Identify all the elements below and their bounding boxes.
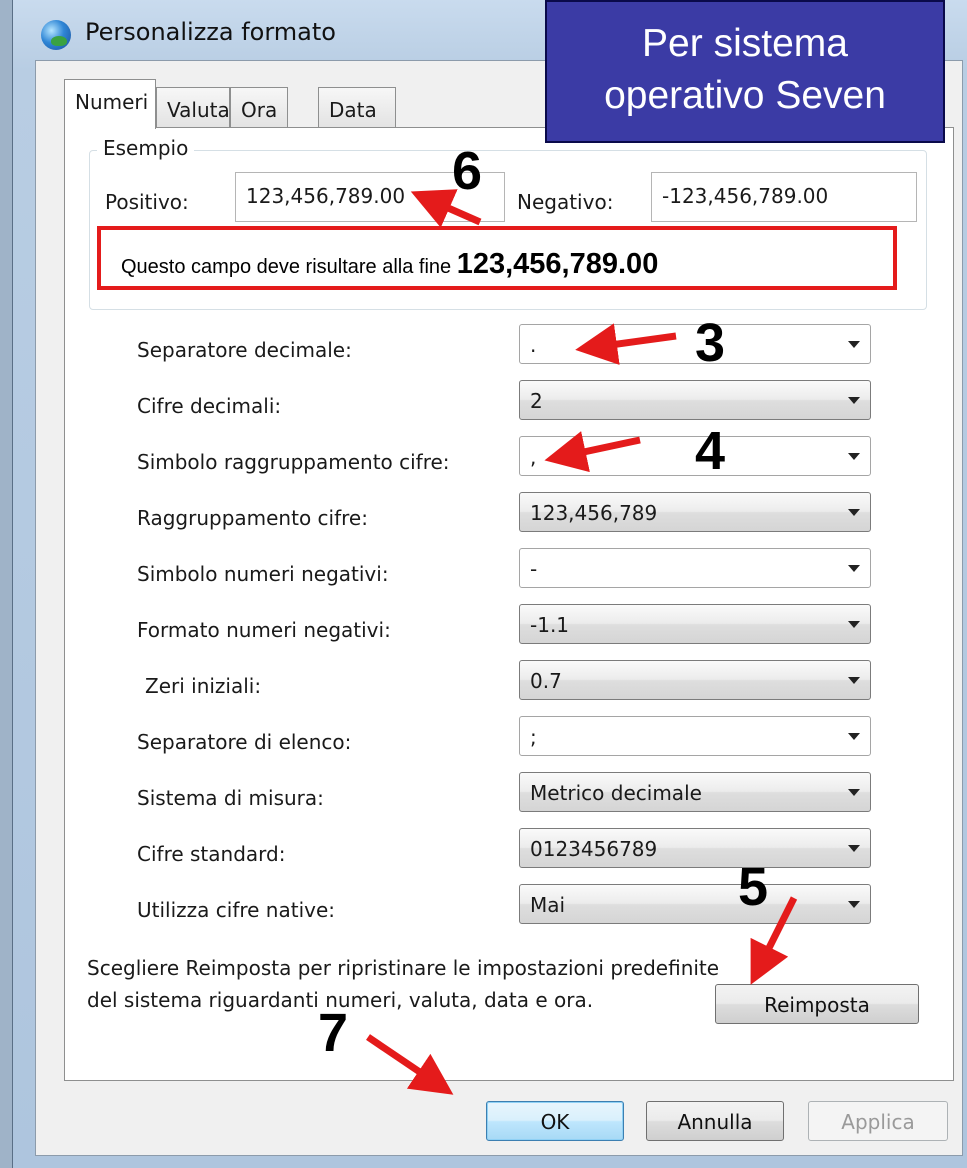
arrow-to-ok-button	[366, 1034, 454, 1095]
arrow-to-reset-button	[750, 896, 798, 985]
arrow-to-positive-sample	[410, 189, 482, 228]
arrow-to-grouping-symbol	[544, 431, 641, 473]
arrow-to-decimal-separator	[575, 323, 677, 365]
tab-numeri[interactable]: Numeri	[64, 79, 156, 129]
annotation-arrows	[366, 189, 798, 1095]
